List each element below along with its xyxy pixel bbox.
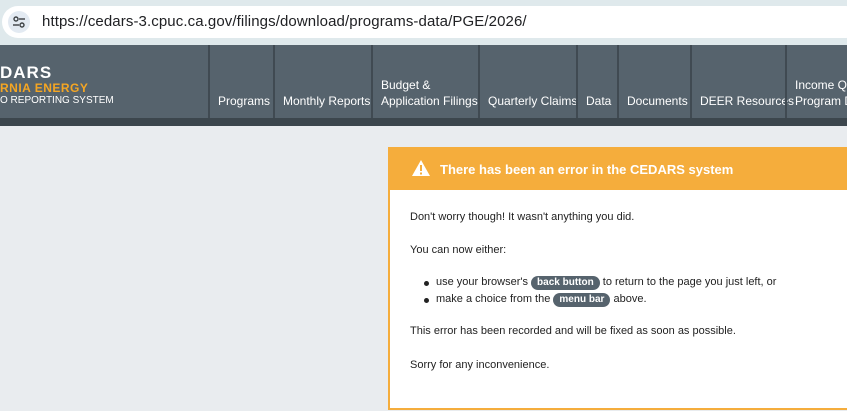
error-message-3: This error has been recorded and will be…	[410, 325, 736, 337]
url-text[interactable]: https://cedars-3.cpuc.ca.gov/filings/dow…	[42, 13, 527, 30]
nav-documents-label: Documents	[627, 94, 688, 108]
list-item-text: use your browser's	[436, 276, 528, 288]
nav-data[interactable]: Data	[576, 45, 617, 118]
nav-quarterly-claims-label: Quarterly Claims	[488, 94, 578, 108]
nav-data-label: Data	[586, 94, 612, 108]
nav-income-qualified[interactable]: Income Qu Program D	[785, 45, 847, 118]
error-message-1: Don't worry though! It wasn't anything y…	[410, 211, 635, 223]
error-panel-header: There has been an error in the CEDARS sy…	[390, 149, 847, 190]
cedars-logo[interactable]: DARS RNIA ENERGY O REPORTING SYSTEM	[0, 45, 208, 118]
logo-line-2: RNIA ENERGY	[0, 81, 89, 95]
list-item-text: make a choice from the	[436, 293, 551, 305]
back-button-tag: back button	[531, 276, 600, 290]
nav-income-line-2: Program D	[795, 94, 847, 108]
error-panel: There has been an error in the CEDARS sy…	[388, 147, 847, 410]
nav-income-label: Income Qu Program D	[795, 77, 847, 109]
list-item: use your browser's back button to return…	[423, 274, 777, 291]
site-header: DARS RNIA ENERGY O REPORTING SYSTEM Prog…	[0, 45, 847, 118]
nav-monthly-reports-label: Monthly Reports	[283, 94, 371, 108]
url-pill[interactable]: https://cedars-3.cpuc.ca.gov/filings/dow…	[2, 6, 847, 38]
nav-budget-label: Budget & Application Filings	[381, 77, 478, 109]
list-item-text: above.	[613, 293, 647, 305]
browser-address-bar: https://cedars-3.cpuc.ca.gov/filings/dow…	[0, 0, 847, 45]
list-item: make a choice from the menu bar above.	[423, 291, 776, 308]
logo-line-1: DARS	[0, 63, 53, 82]
header-divider	[0, 118, 847, 126]
options-list: use your browser's back button to return…	[423, 274, 777, 308]
nav-budget-line-2: Application Filings	[381, 94, 478, 108]
warning-icon	[411, 159, 431, 182]
nav-deer-resources-label: DEER Resources	[700, 94, 795, 108]
error-message-4: Sorry for any inconvenience.	[410, 359, 550, 371]
site-info-icon[interactable]	[8, 11, 30, 33]
nav-budget-application-filings[interactable]: Budget & Application Filings	[371, 45, 478, 118]
logo-line-3: O REPORTING SYSTEM	[0, 95, 114, 106]
nav-documents[interactable]: Documents	[617, 45, 690, 118]
nav-quarterly-claims[interactable]: Quarterly Claims	[478, 45, 578, 118]
error-title: There has been an error in the CEDARS sy…	[440, 162, 734, 177]
nav-income-line-1: Income Qu	[795, 78, 847, 92]
nav-programs[interactable]: Programs	[208, 45, 273, 118]
nav-deer-resources[interactable]: DEER Resources	[690, 45, 794, 118]
nav-monthly-reports[interactable]: Monthly Reports	[273, 45, 371, 118]
list-item-text: to return to the page you just left, or	[602, 276, 777, 288]
nav-programs-label: Programs	[218, 94, 271, 108]
menu-bar-tag: menu bar	[553, 293, 611, 307]
nav-budget-line-1: Budget &	[381, 78, 431, 92]
error-message-2: You can now either:	[410, 244, 507, 256]
